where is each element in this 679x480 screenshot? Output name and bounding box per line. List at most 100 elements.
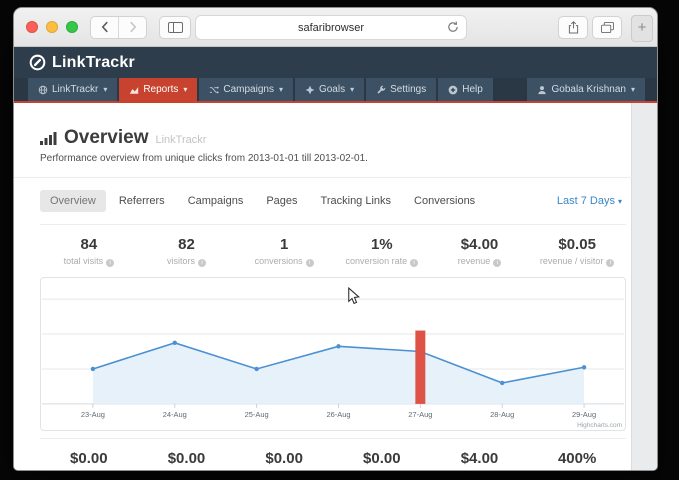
window-controls <box>26 21 78 33</box>
stat-conversions: 1 conversionsi <box>235 236 333 267</box>
stat-total-visits: 84 total visitsi <box>40 236 138 267</box>
nav-item-goals[interactable]: Goals▾ <box>295 78 364 101</box>
tab-overview[interactable]: Overview <box>40 190 106 212</box>
tab-campaigns[interactable]: Campaigns <box>178 190 254 212</box>
stat-label-text: revenue / visitor <box>540 256 604 266</box>
goal-icon <box>305 85 315 95</box>
nav-item-linktrackr[interactable]: LinkTrackr▾ <box>28 78 117 101</box>
user-menu[interactable]: Gobala Krishnan ▾ <box>527 78 645 101</box>
stat-value: $0.00 <box>235 450 333 467</box>
shuffle-icon <box>209 85 219 95</box>
new-tab-button[interactable]: + <box>631 15 653 42</box>
info-icon[interactable]: i <box>606 259 614 267</box>
page-title: Overview <box>64 127 149 149</box>
stat-revenue: $4.00 revenuei <box>431 236 529 267</box>
stat-label-text: total visits <box>64 256 104 266</box>
user-name: Gobala Krishnan <box>551 84 626 95</box>
browser-window: safaribrowser + LinkTrackr LinkTrackr▾Re… <box>14 8 657 470</box>
tab-referrers[interactable]: Referrers <box>109 190 175 212</box>
svg-text:23-Aug: 23-Aug <box>81 410 105 419</box>
nav-item-label: LinkTrackr <box>52 84 98 95</box>
nav-item-settings[interactable]: Settings <box>366 78 436 101</box>
stat-value: $4.00 <box>431 236 529 253</box>
svg-text:24-Aug: 24-Aug <box>163 410 187 419</box>
stat-value: $0.05 <box>528 236 626 253</box>
tab-overview-button[interactable] <box>592 16 622 39</box>
visits-chart[interactable]: 23-Aug24-Aug25-Aug26-Aug27-Aug28-Aug29-A… <box>40 277 626 431</box>
caret-down-icon: ▾ <box>279 85 283 94</box>
tab-conversions[interactable]: Conversions <box>404 190 485 212</box>
share-icon <box>568 21 579 34</box>
linktrackr-logo-icon <box>29 54 46 71</box>
tab-tracking-links[interactable]: Tracking Links <box>311 190 402 212</box>
zoom-button[interactable] <box>66 21 78 33</box>
date-range-selector[interactable]: Last 7 Days ▾ <box>557 195 622 207</box>
stat-cost-visit: $0.00cost / visiti <box>138 450 236 470</box>
svg-text:28-Aug: 28-Aug <box>490 410 514 419</box>
site-header: LinkTrackr <box>14 47 657 78</box>
address-bar[interactable]: safaribrowser <box>195 15 467 40</box>
close-button[interactable] <box>26 21 38 33</box>
info-icon[interactable]: i <box>106 259 114 267</box>
tab-pages[interactable]: Pages <box>256 190 307 212</box>
stat-label-text: conversion rate <box>346 256 408 266</box>
stat-profit: $4.00profiti <box>431 450 529 470</box>
info-icon[interactable]: i <box>198 259 206 267</box>
nav-item-label: Reports <box>143 84 178 95</box>
nav-item-label: Help <box>462 84 483 95</box>
caret-down-icon: ▾ <box>618 197 622 206</box>
wrench-icon <box>376 85 386 95</box>
forward-button[interactable] <box>118 17 146 38</box>
stat-label: revenue / visitori <box>528 256 626 267</box>
page-content: Overview LinkTrackr Performance overview… <box>14 103 657 470</box>
stat-value: $0.00 <box>40 450 138 467</box>
stat-value: 1 <box>235 236 333 253</box>
stat-value: 84 <box>40 236 138 253</box>
stat-value: 82 <box>138 236 236 253</box>
forward-icon <box>129 21 137 33</box>
tabs-row: OverviewReferrersCampaignsPagesTracking … <box>40 190 626 212</box>
stat-total-cost: $0.00total costi <box>40 450 138 470</box>
back-button[interactable] <box>91 17 118 38</box>
info-icon[interactable]: i <box>493 259 501 267</box>
caret-down-icon: ▾ <box>631 85 635 94</box>
svg-text:27-Aug: 27-Aug <box>408 410 432 419</box>
area-chart-svg: 23-Aug24-Aug25-Aug26-Aug27-Aug28-Aug29-A… <box>41 278 625 430</box>
minimize-button[interactable] <box>46 21 58 33</box>
divider <box>14 177 632 178</box>
info-icon[interactable]: i <box>410 259 418 267</box>
main-nav: LinkTrackr▾Reports▾Campaigns▾Goals▾Setti… <box>14 78 657 103</box>
address-text: safaribrowser <box>298 22 364 34</box>
svg-text:26-Aug: 26-Aug <box>326 410 350 419</box>
scroll-gutter[interactable] <box>631 103 657 470</box>
stat-value: 400% <box>528 450 626 467</box>
stat-roi: 400%roii <box>528 450 626 470</box>
back-icon <box>101 21 109 33</box>
share-button[interactable] <box>558 16 588 39</box>
svg-text:Highcharts.com: Highcharts.com <box>577 422 622 429</box>
stat-value: 1% <box>333 236 431 253</box>
stat-label-text: visitors <box>167 256 195 266</box>
nav-item-help[interactable]: Help <box>438 78 493 101</box>
report-tabs: OverviewReferrersCampaignsPagesTracking … <box>40 190 488 212</box>
info-icon[interactable]: i <box>306 259 314 267</box>
stat-visitors: 82 visitorsi <box>138 236 236 267</box>
browser-toolbar: safaribrowser + <box>14 8 657 47</box>
stat-value: $0.00 <box>333 450 431 467</box>
site-logo[interactable]: LinkTrackr <box>52 54 135 72</box>
refresh-button[interactable] <box>447 21 459 36</box>
stat-conversion-rate: 1% conversion ratei <box>333 236 431 267</box>
stat-label: conversionsi <box>235 256 333 267</box>
sidebar-button[interactable] <box>159 16 191 39</box>
stat-revenue-visitor: $0.05 revenue / visitori <box>528 236 626 267</box>
refresh-icon <box>447 21 459 33</box>
stat-cpa: $0.00cpai <box>333 450 431 470</box>
stat-label-text: revenue <box>458 256 491 266</box>
page-heading: Overview LinkTrackr <box>40 127 626 149</box>
page-title-suffix: LinkTrackr <box>156 134 207 146</box>
stat-cost-day: $0.00cost / dayi <box>235 450 333 470</box>
tabs-icon <box>601 22 614 33</box>
nav-item-label: Campaigns <box>223 84 274 95</box>
nav-item-campaigns[interactable]: Campaigns ▾ <box>199 78 293 101</box>
nav-item-reports[interactable]: Reports▾ <box>119 78 197 101</box>
